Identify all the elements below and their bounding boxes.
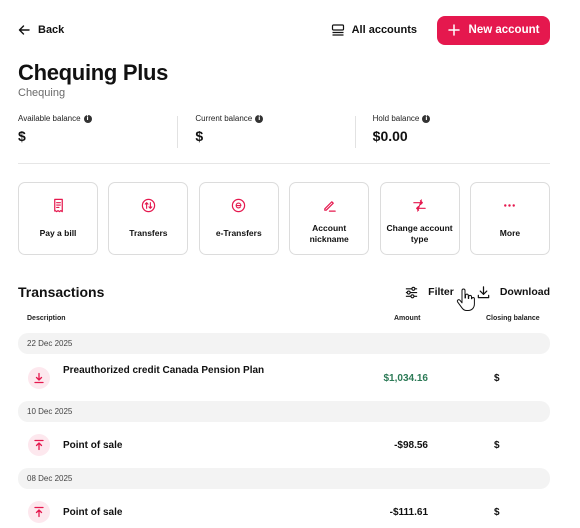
transfer-arrows-icon — [141, 198, 156, 212]
change-account-type-button[interactable]: Change account type — [379, 182, 460, 255]
hold-balance-label: Hold balance — [372, 114, 420, 123]
all-accounts-button[interactable]: All accounts — [331, 23, 417, 37]
filter-label: Filter — [428, 286, 454, 298]
all-accounts-label: All accounts — [351, 24, 417, 36]
new-account-label: New account — [468, 24, 540, 36]
back-label: Back — [38, 24, 65, 36]
download-icon — [477, 285, 490, 298]
column-closing-balance: Closing balance — [486, 315, 540, 322]
transaction-row[interactable]: Preauthorized credit Canada Pension Plan… — [18, 358, 550, 398]
page-title: Chequing Plus — [18, 60, 169, 85]
transaction-row[interactable]: Point of sale -$98.56 $ — [18, 425, 550, 465]
change-account-type-label: Change account type — [386, 223, 453, 244]
info-icon[interactable]: i — [83, 114, 92, 123]
column-amount: Amount — [394, 315, 421, 322]
current-balance-label: Current balance — [195, 114, 253, 123]
transaction-description: Point of sale — [63, 507, 123, 518]
quick-actions: Pay a bill Transfers e-Transfers Account… — [18, 182, 550, 255]
transfers-button[interactable]: Transfers — [108, 182, 189, 255]
column-description: Description — [27, 315, 66, 322]
transaction-amount: -$98.56 — [394, 440, 428, 451]
hold-balance: Hold balance i $0.00 — [354, 114, 550, 163]
account-nickname-button[interactable]: Account nickname — [289, 182, 370, 255]
download-label: Download — [499, 286, 550, 298]
sliders-icon — [406, 286, 418, 298]
transaction-amount: -$111.61 — [389, 507, 428, 518]
more-dots-icon — [504, 203, 516, 207]
account-type: Chequing — [18, 87, 66, 99]
swap-icon — [413, 198, 426, 212]
e-transfers-label: e-Transfers — [215, 228, 262, 239]
current-balance-value: $ — [195, 128, 204, 144]
hand-pointer-icon — [456, 288, 475, 311]
date-header: 22 Dec 2025 — [18, 333, 550, 354]
new-account-button[interactable]: New account — [437, 15, 550, 45]
pencil-icon — [323, 200, 336, 212]
info-icon[interactable]: i — [255, 114, 264, 123]
info-icon[interactable]: i — [422, 114, 431, 123]
more-button[interactable]: More — [469, 182, 550, 255]
outgoing-arrow-icon — [28, 434, 50, 456]
transactions-tools: Filter Download — [404, 285, 550, 300]
more-label: More — [499, 228, 521, 239]
transaction-closing-balance: $ — [494, 507, 500, 518]
download-button[interactable]: Download — [476, 285, 550, 300]
available-balance-label: Available balance — [18, 114, 81, 123]
current-balance: Current balance i $ — [177, 114, 372, 163]
transaction-closing-balance: $ — [494, 373, 500, 384]
accounts-stack-icon — [331, 24, 344, 36]
balances-section: Available balance i $ Current balance i … — [18, 114, 550, 164]
available-balance-value: $ — [18, 128, 26, 144]
transaction-amount: $1,034.16 — [383, 373, 429, 384]
transaction-description: Preauthorized credit Canada Pension Plan — [63, 365, 265, 376]
available-balance: Available balance i $ — [18, 114, 195, 163]
pay-a-bill-label: Pay a bill — [39, 228, 77, 239]
account-nickname-label: Account nickname — [309, 223, 349, 244]
e-transfer-icon — [232, 198, 246, 212]
plus-icon — [447, 24, 460, 36]
e-transfers-button[interactable]: e-Transfers — [198, 182, 279, 255]
date-header: 08 Dec 2025 — [18, 468, 550, 489]
arrow-left-icon — [18, 25, 30, 35]
hold-balance-value: $0.00 — [372, 128, 408, 144]
outgoing-arrow-icon — [28, 501, 50, 523]
transaction-row[interactable]: Point of sale -$111.61 $ — [18, 492, 550, 528]
transaction-closing-balance: $ — [494, 440, 500, 451]
top-bar: Back All accounts New account — [18, 15, 550, 45]
receipt-icon — [53, 198, 63, 212]
date-header: 10 Dec 2025 — [18, 401, 550, 422]
back-button[interactable]: Back — [18, 24, 64, 36]
filter-button[interactable]: Filter — [404, 285, 454, 300]
transaction-description: Point of sale — [63, 440, 123, 451]
transactions-title: Transactions — [18, 284, 105, 300]
transfers-label: Transfers — [129, 228, 168, 239]
incoming-arrow-icon — [28, 367, 50, 389]
pay-a-bill-button[interactable]: Pay a bill — [18, 182, 98, 255]
top-actions: All accounts New account — [331, 15, 550, 45]
